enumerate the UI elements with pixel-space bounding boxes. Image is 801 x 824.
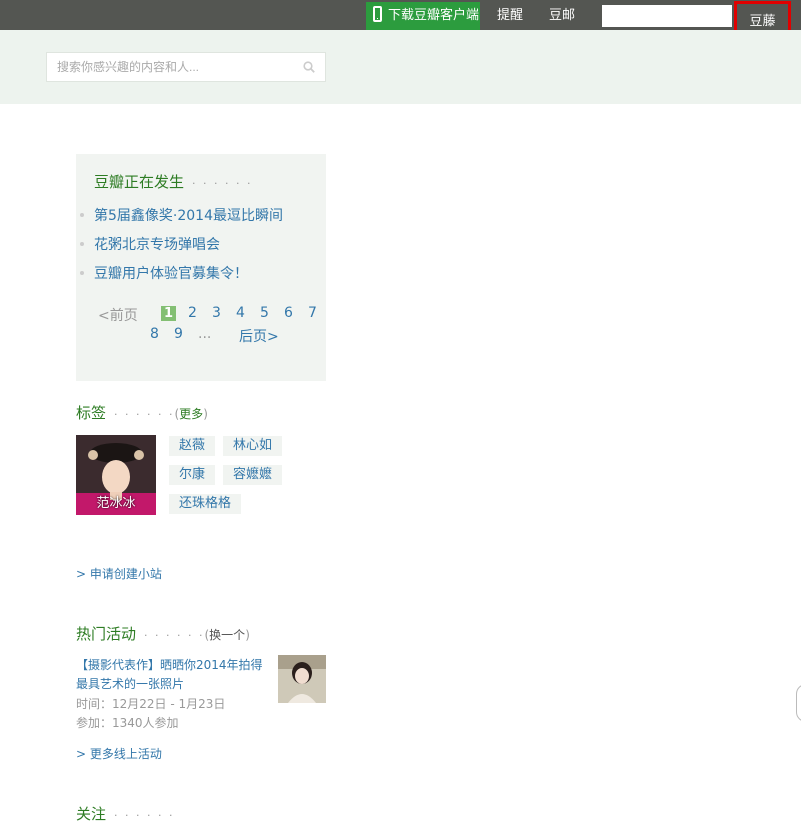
happening-item[interactable]: 第5届鑫像奖·2014最逗比瞬间: [80, 205, 283, 225]
top-nav-bar: 下载豆瓣客户端 提醒 豆邮 豆藤: [0, 0, 801, 36]
reminders-link[interactable]: 提醒: [497, 0, 523, 32]
pager-page[interactable]: 6: [284, 305, 293, 321]
happening-item[interactable]: 豆瓣用户体验官募集令！: [80, 263, 248, 283]
tags-more-link[interactable]: 更多: [179, 407, 203, 421]
tags-title-text: 标签: [76, 404, 107, 422]
more-online-events-link[interactable]: > 更多线上活动: [76, 745, 162, 762]
phone-icon: [373, 6, 382, 22]
follow-title-text: 关注: [76, 805, 107, 823]
pager-page[interactable]: 2: [188, 305, 197, 321]
pager-ellipsis: ...: [198, 326, 212, 342]
top-search-input[interactable]: [602, 5, 732, 27]
paren: ): [245, 628, 250, 642]
side-scroll-handle[interactable]: [796, 684, 801, 722]
event-photo: [278, 655, 326, 703]
header-band: [0, 30, 801, 104]
tags-dots: · · · · · ·: [114, 408, 175, 421]
tags-title: 标签 · · · · · ·(更多): [76, 402, 208, 423]
tag-item[interactable]: 赵薇: [169, 436, 216, 456]
pager-page[interactable]: 9: [174, 326, 183, 342]
pager-page[interactable]: 4: [236, 305, 245, 321]
tag-item[interactable]: 还珠格格: [169, 494, 242, 514]
hot-events-title: 热门活动 · · · · · ·(换一个): [76, 623, 250, 644]
search-icon[interactable]: [303, 61, 315, 73]
hot-events-refresh: (换一个): [204, 628, 249, 642]
event-participants: 参加：1340人参加: [76, 716, 179, 730]
tag-item[interactable]: 林心如: [223, 436, 283, 456]
event-thumbnail[interactable]: [278, 655, 326, 703]
happening-item[interactable]: 花粥北京专场弹唱会: [80, 234, 220, 254]
pager-prev: <前页: [98, 308, 138, 324]
pager-current-page: 1: [161, 306, 176, 321]
refresh-link[interactable]: 换一个: [209, 628, 245, 642]
happening-title-text: 豆瓣正在发生: [94, 173, 185, 191]
pager-page[interactable]: 8: [150, 326, 159, 342]
pager-next[interactable]: 后页>: [239, 326, 279, 346]
search-bar: [46, 52, 326, 82]
tag-avatar-image[interactable]: 范冰冰: [76, 435, 156, 515]
tag-item[interactable]: 尔康: [169, 465, 216, 485]
paren: ): [203, 407, 208, 421]
follow-title: 关注 · · · · · ·: [76, 803, 174, 824]
avatar-caption: 范冰冰: [96, 496, 136, 511]
follow-dots: · · · · · ·: [114, 809, 175, 822]
pager-page[interactable]: 5: [260, 305, 269, 321]
download-app-label: 下载豆瓣客户端: [388, 8, 480, 23]
search-input[interactable]: [47, 53, 317, 81]
pager-page[interactable]: 7: [308, 305, 317, 321]
happening-box: 豆瓣正在发生 · · · · · · 第5届鑫像奖·2014最逗比瞬间 花粥北京专…: [76, 154, 326, 381]
hot-events-dots: · · · · · ·: [144, 629, 205, 642]
tags-more: (更多): [174, 407, 207, 421]
event-title-link[interactable]: 【摄影代表作】晒晒你2014年拍得最具艺术的一张照片: [76, 656, 274, 694]
happening-dots: · · · · · ·: [192, 177, 253, 190]
event-time: 时间：12月22日 - 1月23日: [76, 697, 226, 711]
tag-item[interactable]: 容嬷嬷: [223, 465, 283, 485]
mail-link[interactable]: 豆邮: [549, 0, 575, 32]
pager-page[interactable]: 3: [212, 305, 221, 321]
username-label: 豆藤: [749, 14, 776, 29]
download-app-button[interactable]: 下载豆瓣客户端: [366, 2, 480, 30]
happening-title: 豆瓣正在发生 · · · · · ·: [94, 171, 252, 192]
hot-events-title-text: 热门活动: [76, 625, 137, 643]
apply-site-link[interactable]: > 申请创建小站: [76, 565, 162, 582]
